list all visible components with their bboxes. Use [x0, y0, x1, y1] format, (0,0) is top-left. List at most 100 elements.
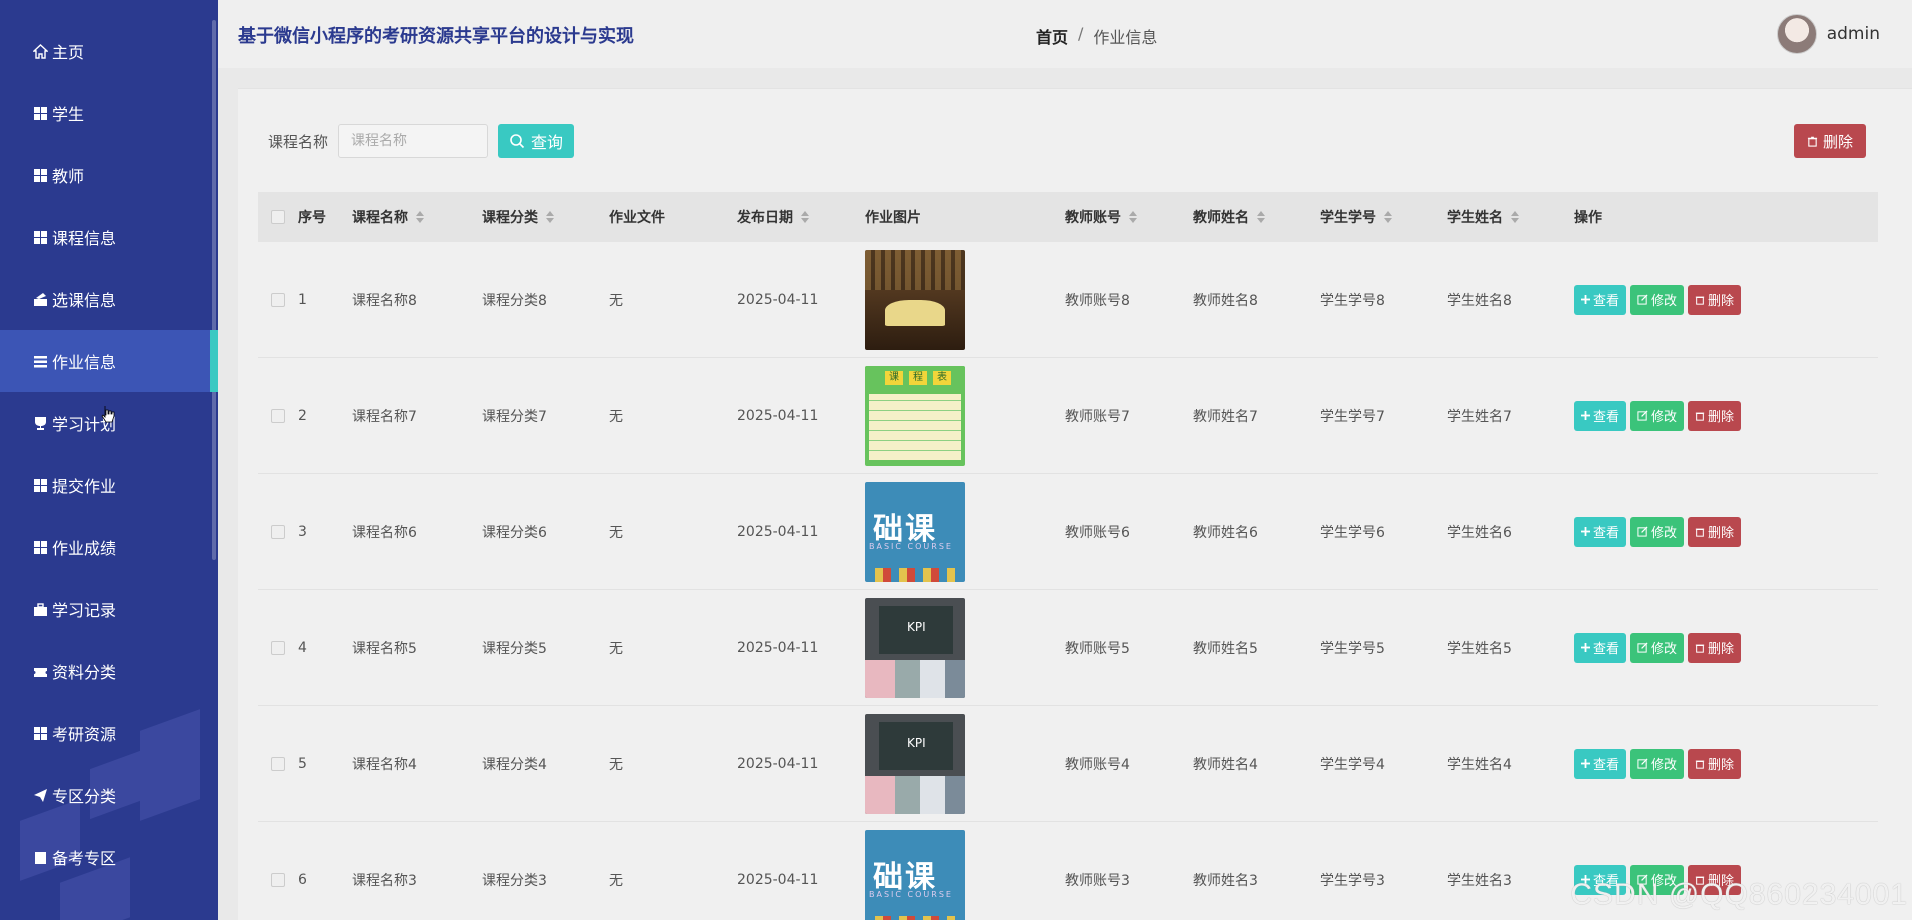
sidebar-item-label: 专区分类 [52, 787, 117, 806]
sidebar-item-10[interactable]: 资料分类 [0, 640, 212, 702]
sidebar-scrollbar[interactable] [212, 20, 216, 560]
cell-student-no: 学生学号6 [1320, 524, 1385, 541]
edit-icon [1637, 526, 1648, 537]
watermark: CSDN @QQ860234001 [1570, 878, 1908, 911]
homework-image-kpi[interactable]: KPI [865, 713, 965, 814]
sort-icon[interactable] [1129, 211, 1137, 223]
sidebar-item-label: 考研资源 [52, 725, 117, 744]
header-teacher-name[interactable]: 教师姓名 [1193, 207, 1320, 227]
view-button[interactable]: 查看 [1574, 632, 1627, 663]
sidebar-item-label: 学习记录 [52, 601, 117, 620]
sort-icon[interactable] [1257, 211, 1265, 223]
search-input[interactable] [338, 124, 488, 158]
homework-image-basic-course[interactable]: 础课 BASIC COURSE [865, 829, 965, 920]
grid-icon [32, 105, 48, 121]
sidebar-item-label: 备考专区 [52, 849, 117, 868]
select-all-checkbox[interactable] [271, 210, 285, 224]
sidebar-item-11[interactable]: 考研资源 [0, 702, 212, 764]
cell-course-name: 课程名称8 [352, 292, 417, 309]
trophy-icon [32, 415, 48, 431]
row-checkbox[interactable] [271, 872, 285, 887]
edit-button[interactable]: 修改 [1630, 400, 1685, 431]
delete-button[interactable]: 删除 [1688, 748, 1742, 779]
cell-publish-date: 2025-04-11 [737, 639, 819, 656]
cell-student-name: 学生姓名7 [1447, 408, 1512, 425]
cell-course-name: 课程名称3 [352, 872, 417, 889]
sidebar-item-12[interactable]: 专区分类 [0, 764, 212, 826]
cell-homework-file: 无 [609, 872, 623, 889]
row-checkbox[interactable] [271, 756, 285, 771]
username[interactable]: admin [1827, 24, 1880, 44]
sidebar-item-7[interactable]: 提交作业 [0, 454, 212, 516]
row-checkbox[interactable] [271, 408, 285, 423]
homework-image-kpi[interactable]: KPI [865, 597, 965, 698]
edit-button[interactable]: 修改 [1630, 284, 1685, 315]
cell-index: 4 [298, 639, 307, 656]
delete-button[interactable]: 删除 [1688, 516, 1742, 547]
delete-button[interactable]: 删除 [1688, 284, 1742, 315]
cell-homework-file: 无 [609, 408, 623, 425]
batch-delete-button[interactable]: 删除 [1794, 124, 1866, 158]
search-button[interactable]: 查询 [498, 124, 574, 158]
edit-button[interactable]: 修改 [1630, 516, 1685, 547]
view-button[interactable]: 查看 [1574, 516, 1627, 547]
homework-image-book[interactable] [865, 249, 965, 350]
homework-image-schedule[interactable]: 课程表 [865, 365, 965, 466]
sidebar-item-1[interactable]: 学生 [0, 82, 212, 144]
breadcrumb-home[interactable]: 首页 [1036, 24, 1068, 48]
view-button[interactable]: 查看 [1574, 748, 1627, 779]
header-course-category[interactable]: 课程分类 [482, 207, 609, 227]
cell-teacher-account: 教师账号7 [1065, 408, 1130, 425]
user-menu[interactable]: admin [1776, 14, 1880, 54]
list-icon [32, 353, 48, 369]
sort-icon[interactable] [1511, 211, 1519, 223]
cell-homework-image: 础课 BASIC COURSE [865, 481, 1065, 582]
sidebar-item-5[interactable]: 作业信息 [0, 330, 218, 392]
delete-button[interactable]: 删除 [1688, 632, 1742, 663]
main-panel: 课程名称 查询 删除 序号 课程名称 课程分类 作业文件 发布日期 作业图片 教… [238, 88, 1912, 920]
cell-student-no: 学生学号5 [1320, 640, 1385, 657]
stack-icon [32, 291, 48, 307]
row-checkbox[interactable] [271, 524, 285, 539]
sidebar-item-0[interactable]: 主页 [0, 20, 212, 82]
view-button[interactable]: 查看 [1574, 284, 1627, 315]
sort-icon[interactable] [1384, 211, 1392, 223]
header-publish-date[interactable]: 发布日期 [737, 207, 865, 227]
header-student-no[interactable]: 学生学号 [1320, 207, 1447, 227]
row-checkbox[interactable] [271, 292, 285, 307]
trash-icon [1695, 760, 1705, 769]
edit-button[interactable]: 修改 [1630, 748, 1685, 779]
delete-button[interactable]: 删除 [1688, 400, 1742, 431]
row-checkbox[interactable] [271, 640, 285, 655]
sidebar-item-4[interactable]: 选课信息 [0, 268, 212, 330]
cell-student-name: 学生姓名6 [1447, 524, 1512, 541]
grid-icon [32, 539, 48, 555]
cell-course-name: 课程名称4 [352, 756, 417, 773]
sidebar-item-label: 选课信息 [52, 291, 117, 310]
header-course-name[interactable]: 课程名称 [352, 207, 482, 227]
edit-icon [1637, 410, 1648, 421]
sidebar-item-13[interactable]: 备考专区 [0, 826, 212, 888]
sidebar-item-8[interactable]: 作业成绩 [0, 516, 212, 578]
cell-homework-image: 础课 BASIC COURSE [865, 829, 1065, 920]
sort-icon[interactable] [416, 211, 424, 223]
header-teacher-account[interactable]: 教师账号 [1065, 207, 1193, 227]
sort-icon[interactable] [546, 211, 554, 223]
edit-button[interactable]: 修改 [1630, 632, 1685, 663]
homework-image-basic-course[interactable]: 础课 BASIC COURSE [865, 481, 965, 582]
sort-icon[interactable] [801, 211, 809, 223]
plus-icon [1581, 411, 1590, 420]
sidebar-item-9[interactable]: 学习记录 [0, 578, 212, 640]
cell-homework-file: 无 [609, 524, 623, 541]
avatar[interactable] [1776, 14, 1817, 54]
cell-teacher-name: 教师姓名4 [1193, 756, 1258, 773]
view-button[interactable]: 查看 [1574, 400, 1627, 431]
cell-teacher-account: 教师账号6 [1065, 524, 1130, 541]
cell-index: 3 [298, 523, 307, 540]
sidebar-item-3[interactable]: 课程信息 [0, 206, 212, 268]
header-student-name[interactable]: 学生姓名 [1447, 207, 1574, 227]
trash-icon [1695, 412, 1705, 421]
cell-publish-date: 2025-04-11 [737, 291, 819, 308]
sidebar-item-2[interactable]: 教师 [0, 144, 212, 206]
cell-course-name: 课程名称5 [352, 640, 417, 657]
